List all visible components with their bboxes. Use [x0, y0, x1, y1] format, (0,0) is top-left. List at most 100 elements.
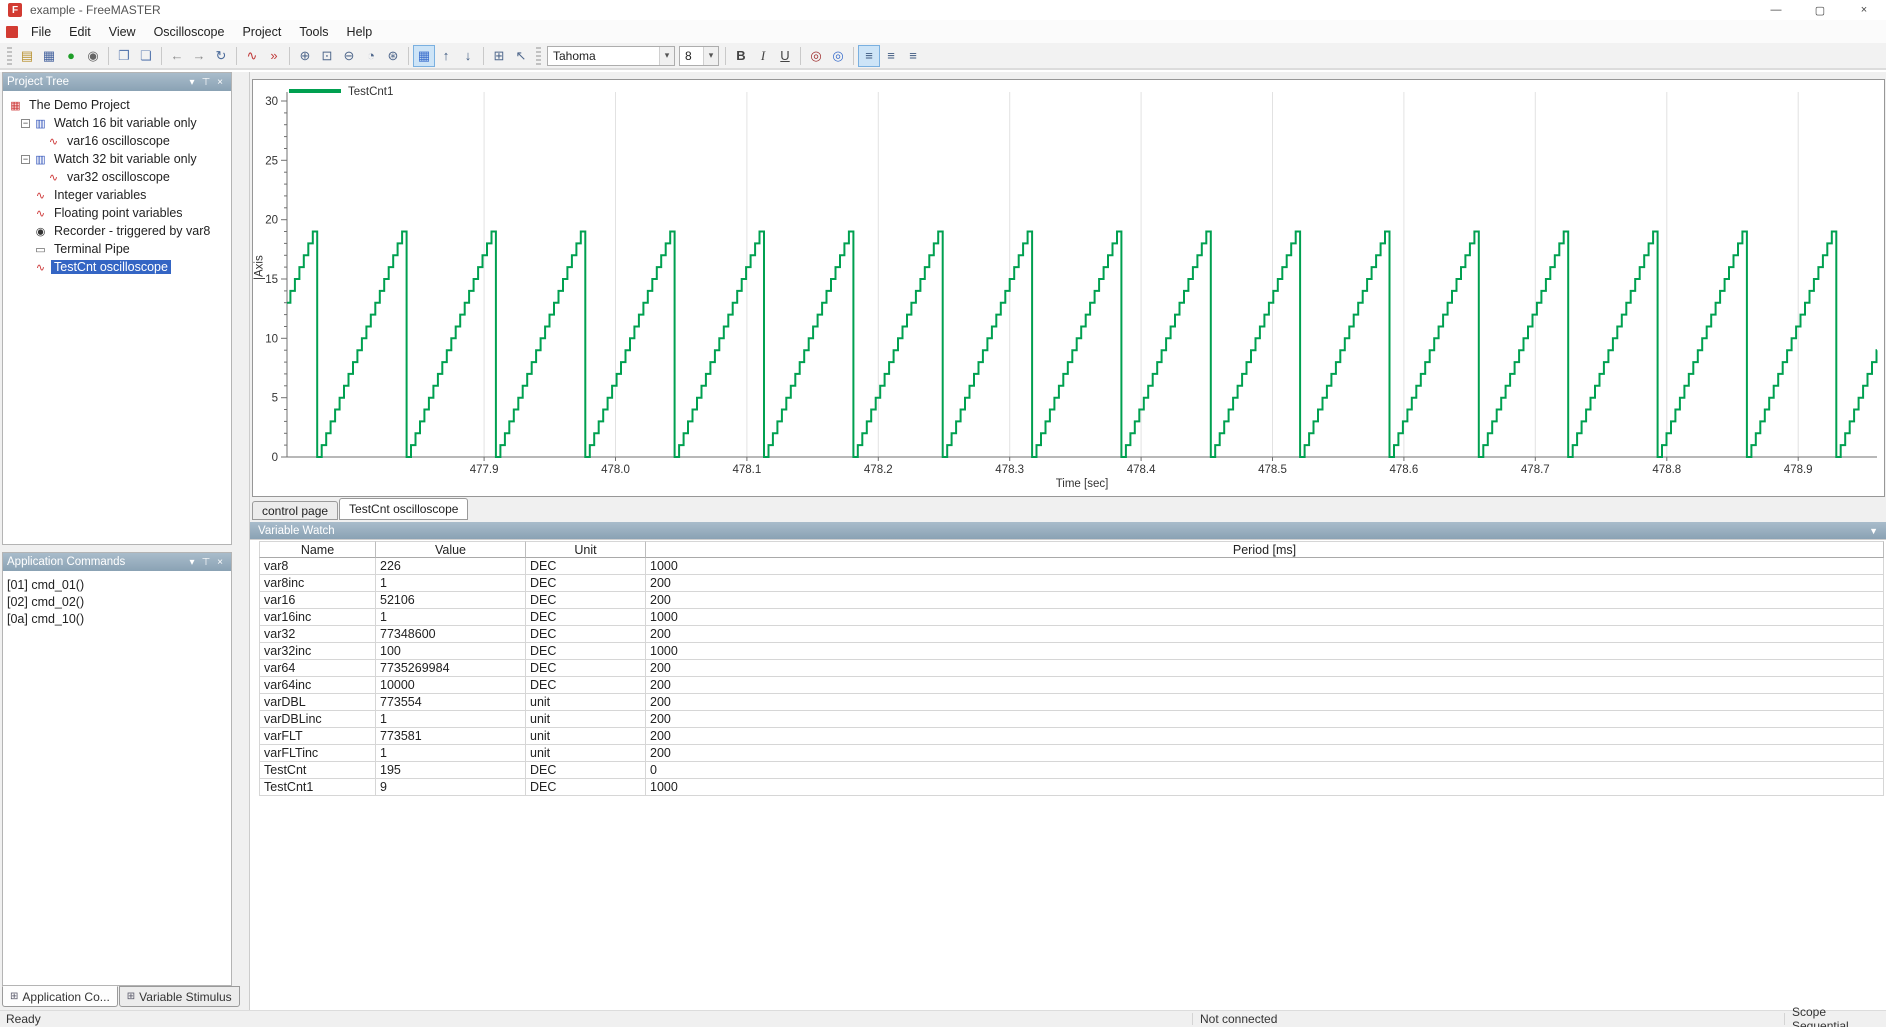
tree-item-recorder-triggered-by-var8[interactable]: ◉ Recorder - triggered by var8	[5, 222, 229, 240]
cell-unit[interactable]: DEC	[526, 643, 646, 660]
cell-name[interactable]: TestCnt1	[259, 779, 376, 796]
paste-icon[interactable]: ❏	[135, 45, 157, 67]
cell-period[interactable]: 1000	[646, 558, 1884, 575]
copy-icon[interactable]: ❐	[113, 45, 135, 67]
watch-row-testcnt1[interactable]: TestCnt1 9 DEC 1000	[259, 779, 1884, 796]
command-item-02-cmd-02[interactable]: [02] cmd_02()	[7, 593, 227, 610]
cell-period[interactable]: 1000	[646, 779, 1884, 796]
properties-icon[interactable]: ⊞	[488, 45, 510, 67]
snapshot-icon[interactable]: ⊛	[382, 45, 404, 67]
project-window-icon[interactable]	[6, 25, 18, 38]
col-header-period-ms[interactable]: Period [ms]	[646, 541, 1884, 558]
cell-value[interactable]: 100	[376, 643, 526, 660]
cell-value[interactable]: 10000	[376, 677, 526, 694]
watch-row-var8inc[interactable]: var8inc 1 DEC 200	[259, 575, 1884, 592]
oscilloscope-chart[interactable]: 0 5 10 15 20 25 30 477.9 478.0 478.1 478.2 478.3 478…	[253, 80, 1884, 496]
cell-name[interactable]: varFLTinc	[259, 745, 376, 762]
cell-name[interactable]: var8inc	[259, 575, 376, 592]
watch-row-testcnt[interactable]: TestCnt 195 DEC 0	[259, 762, 1884, 779]
cell-unit[interactable]: DEC	[526, 626, 646, 643]
cell-period[interactable]: 200	[646, 694, 1884, 711]
chevron-down-icon[interactable]: ▼	[1869, 526, 1878, 536]
cell-period[interactable]: 200	[646, 711, 1884, 728]
grid-toggle-icon[interactable]: ▦	[413, 44, 435, 67]
cell-value[interactable]: 773581	[376, 728, 526, 745]
underline-icon[interactable]: U	[774, 45, 796, 67]
align-right-icon[interactable]: ≡	[902, 45, 924, 67]
menu-edit[interactable]: Edit	[60, 22, 100, 42]
watch-row-var16[interactable]: var16 52106 DEC 200	[259, 592, 1884, 609]
toolbar-grip[interactable]	[7, 46, 12, 65]
cell-name[interactable]: var16inc	[259, 609, 376, 626]
cell-unit[interactable]: DEC	[526, 779, 646, 796]
tree-item-terminal-pipe[interactable]: ▭ Terminal Pipe	[5, 240, 229, 258]
command-item-01-cmd-01[interactable]: [01] cmd_01()	[7, 576, 227, 593]
tab-variable-stimulus[interactable]: ⊞ Variable Stimulus	[118, 986, 240, 1007]
forward-icon[interactable]: →	[188, 45, 210, 67]
cell-period[interactable]: 200	[646, 677, 1884, 694]
cell-unit[interactable]: unit	[526, 711, 646, 728]
watch-row-var32inc[interactable]: var32inc 100 DEC 1000	[259, 643, 1884, 660]
font-family-select[interactable]: Tahoma ▾	[547, 45, 675, 66]
tab-control-page[interactable]: control page	[252, 501, 339, 520]
cell-period[interactable]: 200	[646, 660, 1884, 677]
watch-row-var32[interactable]: var32 77348600 DEC 200	[259, 626, 1884, 643]
chevron-down-icon[interactable]: ▾	[703, 46, 718, 65]
col-header-value[interactable]: Value	[376, 541, 526, 558]
close-icon[interactable]: ×	[213, 77, 227, 88]
tab-testcnt-oscilloscope[interactable]: TestCnt oscilloscope	[339, 498, 469, 520]
zoom-out-icon[interactable]: ⊖	[338, 45, 360, 67]
cell-unit[interactable]: unit	[526, 694, 646, 711]
cell-value[interactable]: 9	[376, 779, 526, 796]
tree-item-var32-oscilloscope[interactable]: ∿ var32 oscilloscope	[5, 168, 229, 186]
menu-view[interactable]: View	[100, 22, 145, 42]
fill-color-icon[interactable]: ◎	[827, 45, 849, 67]
cell-value[interactable]: 77348600	[376, 626, 526, 643]
cell-value[interactable]: 1	[376, 575, 526, 592]
clock-icon[interactable]: ◔	[360, 45, 382, 67]
start-stop-communication-icon[interactable]: ●	[60, 45, 82, 67]
tree-item-watch-32-bit-variable-only[interactable]: − ▥ Watch 32 bit variable only	[5, 150, 229, 168]
zoom-fit-icon[interactable]: ⊡	[316, 45, 338, 67]
tree-item-floating-point-variables[interactable]: ∿ Floating point variables	[5, 204, 229, 222]
cell-name[interactable]: varFLT	[259, 728, 376, 745]
maximize-button[interactable]: ▢	[1798, 0, 1842, 20]
pin-icon[interactable]: ⊤	[199, 557, 213, 568]
cell-unit[interactable]: DEC	[526, 677, 646, 694]
toolbar-grip[interactable]	[536, 46, 541, 65]
cell-period[interactable]: 1000	[646, 643, 1884, 660]
cell-unit[interactable]: unit	[526, 728, 646, 745]
comm-config-icon[interactable]: ◉	[82, 45, 104, 67]
reload-page-icon[interactable]: ↻	[210, 45, 232, 67]
italic-icon[interactable]: I	[752, 45, 774, 67]
cell-period[interactable]: 200	[646, 592, 1884, 609]
cell-value[interactable]: 52106	[376, 592, 526, 609]
cell-unit[interactable]: DEC	[526, 660, 646, 677]
font-size-select[interactable]: 8 ▾	[679, 45, 719, 66]
align-center-icon[interactable]: ≡	[880, 45, 902, 67]
menu-project[interactable]: Project	[233, 22, 290, 42]
col-header-name[interactable]: Name	[259, 541, 376, 558]
cell-value[interactable]: 226	[376, 558, 526, 575]
close-icon[interactable]: ×	[213, 557, 227, 568]
watch-row-varflt[interactable]: varFLT 773581 unit 200	[259, 728, 1884, 745]
watch-row-vardblinc[interactable]: varDBLinc 1 unit 200	[259, 711, 1884, 728]
move-down-icon[interactable]: ↓	[457, 45, 479, 67]
cell-name[interactable]: var64	[259, 660, 376, 677]
run-fast-icon[interactable]: »	[263, 45, 285, 67]
cell-value[interactable]: 7735269984	[376, 660, 526, 677]
watch-row-varfltinc[interactable]: varFLTinc 1 unit 200	[259, 745, 1884, 762]
panel-menu-icon[interactable]: ▾	[185, 557, 199, 568]
watch-row-vardbl[interactable]: varDBL 773554 unit 200	[259, 694, 1884, 711]
close-button[interactable]: ×	[1842, 0, 1886, 20]
cell-period[interactable]: 200	[646, 745, 1884, 762]
cell-period[interactable]: 1000	[646, 609, 1884, 626]
panel-menu-icon[interactable]: ▾	[185, 77, 199, 88]
cell-value[interactable]: 773554	[376, 694, 526, 711]
menu-help[interactable]: Help	[338, 22, 382, 42]
col-header-unit[interactable]: Unit	[526, 541, 646, 558]
cell-unit[interactable]: unit	[526, 745, 646, 762]
cell-value[interactable]: 195	[376, 762, 526, 779]
menu-file[interactable]: File	[22, 22, 60, 42]
collapse-icon[interactable]: −	[21, 118, 30, 128]
